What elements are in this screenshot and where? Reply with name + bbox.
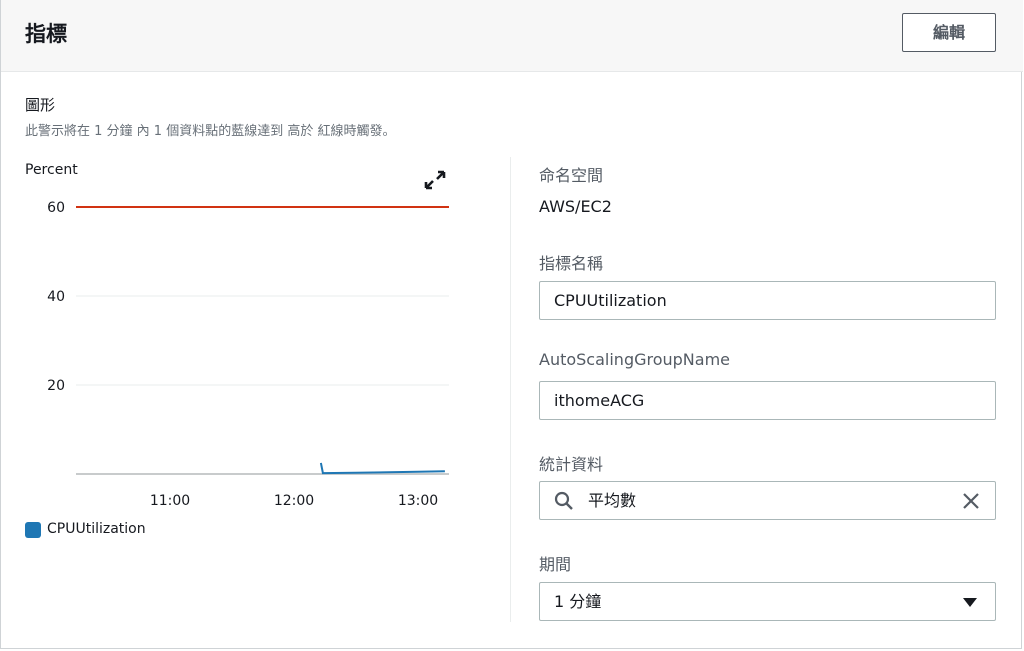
- namespace-label: 命名空間: [539, 166, 604, 185]
- x-tick-label-1300: 13:00: [398, 493, 438, 509]
- metric-name-field[interactable]: CPUUtilization: [539, 281, 996, 320]
- graph-label: 圖形: [25, 96, 56, 114]
- x-tick-label-1200: 12:00: [274, 493, 314, 509]
- metric-name-label: 指標名稱: [539, 254, 604, 273]
- caret-down-icon: [963, 598, 977, 607]
- search-icon: [554, 491, 573, 510]
- metrics-panel: 指標 編輯 圖形 此警示將在 1 分鐘 內 1 個資料點的藍線達到 高於 紅線時…: [0, 0, 1023, 649]
- y-tick-label-40: 40: [47, 289, 65, 305]
- legend-swatch-cpuutilization: [25, 522, 41, 538]
- chart-plot: 60 40 20 11:00 12:00 13:00: [47, 200, 449, 509]
- series-line-cpuutilization: [319, 462, 445, 475]
- x-tick-label-1100: 11:00: [150, 493, 190, 509]
- panel-header: 指標 編輯: [1, 0, 1023, 72]
- period-label: 期間: [539, 555, 572, 574]
- statistic-value: 平均數: [588, 491, 637, 510]
- asg-name-field[interactable]: ithomeACG: [539, 381, 996, 420]
- column-divider: [510, 157, 511, 622]
- graph-description: 此警示將在 1 分鐘 內 1 個資料點的藍線達到 高於 紅線時觸發。: [25, 124, 396, 139]
- period-value: 1 分鐘: [554, 592, 602, 611]
- clear-icon[interactable]: [961, 491, 981, 511]
- panel-title: 指標: [25, 22, 67, 46]
- asg-label: AutoScalingGroupName: [539, 350, 731, 369]
- legend-label-cpuutilization: CPUUtilization: [47, 521, 146, 537]
- statistic-search-input[interactable]: 平均數: [539, 481, 996, 520]
- namespace-value: AWS/EC2: [539, 197, 612, 216]
- y-tick-label-20: 20: [47, 378, 65, 394]
- y-tick-label-60: 60: [47, 200, 65, 216]
- statistic-label: 統計資料: [539, 455, 604, 474]
- edit-button[interactable]: 編輯: [902, 13, 996, 52]
- period-select[interactable]: 1 分鐘: [539, 582, 996, 621]
